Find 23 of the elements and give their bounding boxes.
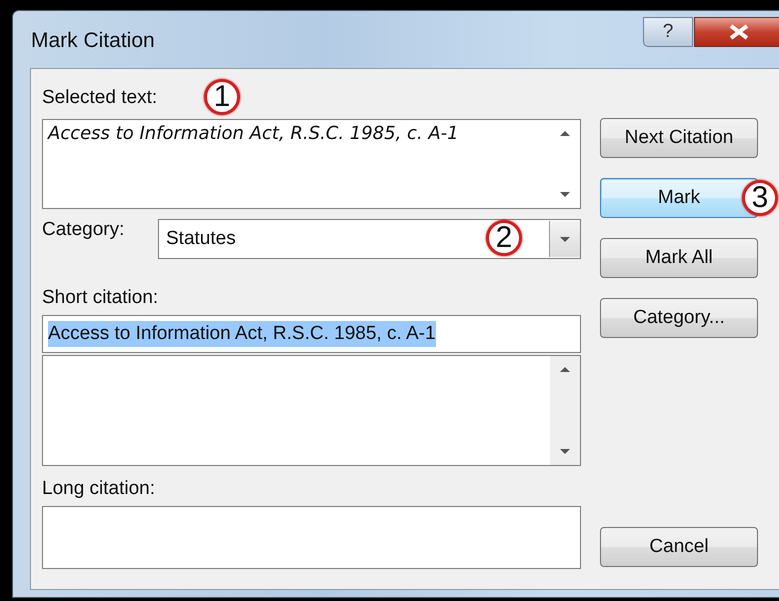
cancel-button[interactable]: Cancel (600, 527, 758, 567)
scroll-down-icon[interactable] (559, 191, 571, 198)
dropdown-arrow-icon[interactable] (559, 236, 571, 242)
field-label: Long citation: (42, 478, 156, 500)
selected-text-field[interactable]: Access to Information Act, R.S.C. 1985, c. A-1 (42, 119, 581, 209)
help-button[interactable]: ? (643, 17, 693, 47)
field-label: Category: (42, 219, 126, 241)
dialog-button[interactable]: Category... (600, 298, 758, 338)
field-value: Access to Information Act, R.S.C. 1985, c. A-1 (46, 122, 460, 146)
close-button[interactable] (694, 17, 779, 47)
citation-text-area[interactable] (42, 355, 581, 466)
scroll-up-icon[interactable] (559, 130, 571, 137)
field-label: Short citation: (42, 287, 158, 309)
close-icon (728, 24, 750, 40)
scroll-down-icon[interactable] (559, 448, 571, 455)
scroll-up-icon[interactable] (559, 366, 571, 373)
field-value: Access to Information Act, R.S.C. 1985, c. A-1 (48, 321, 436, 347)
long-citation-field[interactable] (42, 506, 581, 569)
dialog-button[interactable]: Next Citation (600, 118, 758, 158)
short-citation-field[interactable]: Access to Information Act, R.S.C. 1985, c. A-1 (42, 315, 581, 353)
field-label: Selected text: (42, 87, 158, 109)
dialog-button[interactable]: Mark All (600, 238, 758, 278)
window-title: Mark Citation (31, 29, 155, 53)
